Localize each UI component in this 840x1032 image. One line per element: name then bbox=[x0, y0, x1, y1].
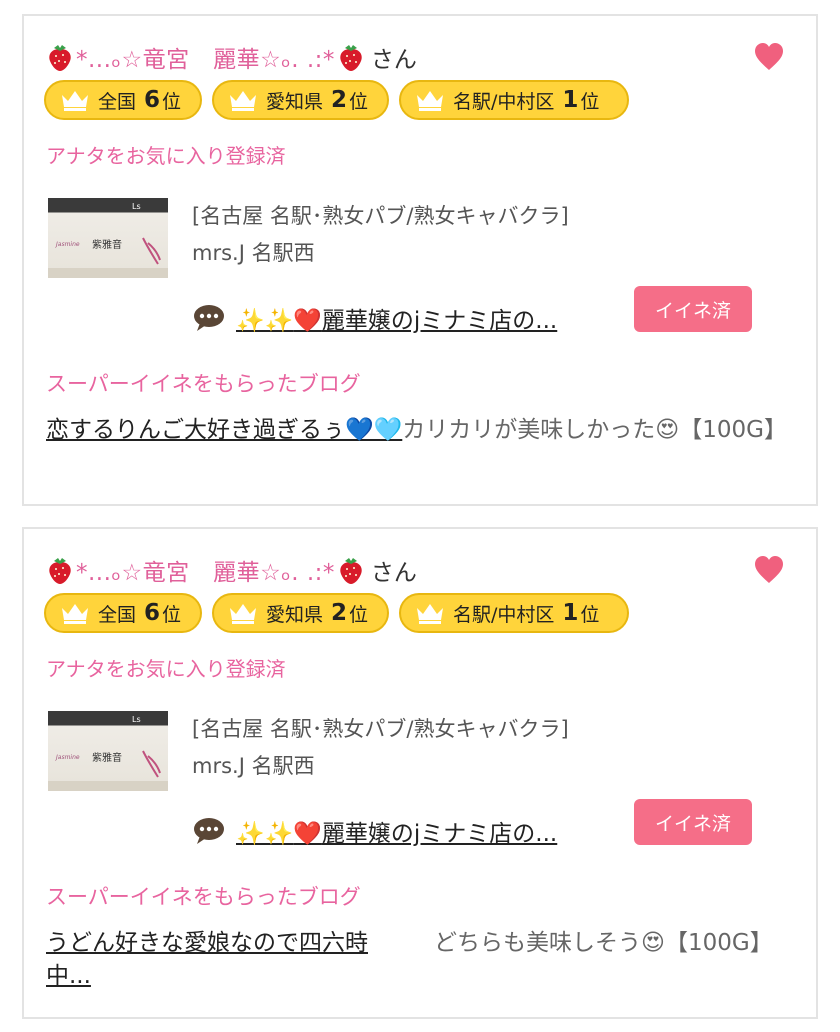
crown-icon bbox=[62, 604, 88, 624]
rank-badges: 全国 6 位 愛知県 2 位 名駅/中村区 1 位 bbox=[44, 593, 629, 633]
post-comment: カリカリが美味しかった😍【100G】 bbox=[402, 417, 787, 443]
sparkle-icon: ✨✨ bbox=[236, 821, 294, 847]
rank-number: 2 bbox=[331, 87, 348, 113]
rank-number: 1 bbox=[562, 87, 579, 113]
crown-icon bbox=[417, 91, 443, 111]
super-iine-heading: スーパーイイネをもらったブログ bbox=[46, 372, 361, 396]
shop-thumbnail[interactable]: Ls Jasmine 紫雅音 bbox=[48, 711, 168, 791]
svg-text:紫雅音: 紫雅音 bbox=[92, 238, 122, 251]
rank-label: 名駅/中村区 bbox=[453, 603, 555, 626]
rank-label: 愛知県 bbox=[266, 603, 324, 626]
rank-label: 愛知県 bbox=[266, 90, 324, 113]
heart-icon[interactable] bbox=[752, 40, 786, 74]
shop-category: [名古屋 名駅･熟女パブ/熟女キャバクラ] bbox=[192, 717, 569, 741]
rank-number: 6 bbox=[144, 87, 161, 113]
rank-number: 1 bbox=[562, 600, 579, 626]
rank-badge-area[interactable]: 名駅/中村区 1 位 bbox=[399, 80, 629, 120]
blog-title: 麗華嬢のjミナミ店の... bbox=[321, 308, 558, 334]
shop-category: [名古屋 名駅･熟女パブ/熟女キャバクラ] bbox=[192, 204, 569, 228]
heart-icon[interactable] bbox=[752, 553, 786, 587]
rank-suffix: 位 bbox=[162, 90, 182, 113]
speech-bubble-icon bbox=[194, 305, 224, 331]
svg-text:Jasmine: Jasmine bbox=[55, 241, 80, 248]
iine-button[interactable]: イイネ済 bbox=[634, 799, 752, 845]
user-name-row[interactable]: *...ₒ☆竜宮 麗華☆ₒ. .:* さん bbox=[46, 40, 417, 74]
crown-icon bbox=[230, 604, 256, 624]
favorite-status: アナタをお気に入り登録済 bbox=[46, 144, 286, 168]
rank-badges: 全国 6 位 愛知県 2 位 名駅/中村区 1 位 bbox=[44, 80, 629, 120]
rank-badge-prefecture[interactable]: 愛知県 2 位 bbox=[212, 80, 389, 120]
post-link[interactable]: うどん好きな愛娘なので四六時中... bbox=[46, 927, 406, 993]
post-link[interactable]: 恋するりんご大好き過ぎるぅ💙🩵 bbox=[46, 417, 402, 443]
favorite-status: アナタをお気に入り登録済 bbox=[46, 657, 286, 681]
strawberry-icon bbox=[340, 45, 362, 71]
rank-number: 2 bbox=[331, 600, 348, 626]
svg-text:Jasmine: Jasmine bbox=[55, 754, 80, 761]
user-name[interactable]: *...ₒ☆竜宮 麗華☆ₒ. .:* bbox=[76, 553, 335, 587]
svg-text:紫雅音: 紫雅音 bbox=[92, 751, 122, 764]
user-card: *...ₒ☆竜宮 麗華☆ₒ. .:* さん 全国 6 位 愛知県 2 位 名駅/中村区 1… bbox=[22, 14, 818, 506]
crown-icon bbox=[230, 91, 256, 111]
user-card: *...ₒ☆竜宮 麗華☆ₒ. .:* さん 全国 6 位 愛知県 2 位 名駅/中村区 1… bbox=[22, 527, 818, 1019]
user-name[interactable]: *...ₒ☆竜宮 麗華☆ₒ. .:* bbox=[76, 40, 335, 74]
honorific: さん bbox=[370, 47, 417, 73]
rank-suffix: 位 bbox=[349, 90, 369, 113]
rank-label: 全国 bbox=[98, 603, 137, 626]
svg-text:Ls: Ls bbox=[132, 715, 141, 724]
rank-suffix: 位 bbox=[349, 603, 369, 626]
rank-label: 名駅/中村区 bbox=[453, 90, 555, 113]
rank-badge-national[interactable]: 全国 6 位 bbox=[44, 80, 202, 120]
honorific: さん bbox=[370, 560, 417, 586]
strawberry-icon bbox=[49, 558, 71, 584]
svg-text:Ls: Ls bbox=[132, 202, 141, 211]
crown-icon bbox=[62, 91, 88, 111]
red-heart-icon: ❤️ bbox=[293, 308, 322, 334]
blog-title-link[interactable]: ✨✨❤️麗華嬢のjミナミ店の... bbox=[236, 301, 557, 335]
shop-thumbnail[interactable]: Ls Jasmine 紫雅音 bbox=[48, 198, 168, 278]
shop-name[interactable]: mrs.J 名駅西 bbox=[192, 750, 315, 780]
strawberry-icon bbox=[49, 45, 71, 71]
shop-name[interactable]: mrs.J 名駅西 bbox=[192, 237, 315, 267]
rank-label: 全国 bbox=[98, 90, 137, 113]
rank-badge-area[interactable]: 名駅/中村区 1 位 bbox=[399, 593, 629, 633]
rank-badge-prefecture[interactable]: 愛知県 2 位 bbox=[212, 593, 389, 633]
crown-icon bbox=[417, 604, 443, 624]
super-iine-post: 恋するりんご大好き過ぎるぅ💙🩵カリカリが美味しかった😍【100G】 bbox=[46, 414, 796, 447]
speech-bubble-icon bbox=[194, 818, 224, 844]
liked-blog-row: ✨✨❤️麗華嬢のjミナミ店の... bbox=[192, 296, 557, 340]
super-iine-heading: スーパーイイネをもらったブログ bbox=[46, 885, 361, 909]
user-name-row[interactable]: *...ₒ☆竜宮 麗華☆ₒ. .:* さん bbox=[46, 553, 417, 587]
strawberry-icon bbox=[340, 558, 362, 584]
rank-badge-national[interactable]: 全国 6 位 bbox=[44, 593, 202, 633]
rank-suffix: 位 bbox=[162, 603, 182, 626]
rank-suffix: 位 bbox=[580, 90, 600, 113]
rank-suffix: 位 bbox=[580, 603, 600, 626]
post-comment: どちらも美味しそう😍【100G】 bbox=[434, 930, 773, 956]
blog-title-link[interactable]: ✨✨❤️麗華嬢のjミナミ店の... bbox=[236, 814, 557, 848]
liked-blog-row: ✨✨❤️麗華嬢のjミナミ店の... bbox=[192, 809, 557, 853]
iine-button[interactable]: イイネ済 bbox=[634, 286, 752, 332]
rank-number: 6 bbox=[144, 600, 161, 626]
blog-title: 麗華嬢のjミナミ店の... bbox=[321, 821, 558, 847]
red-heart-icon: ❤️ bbox=[293, 821, 322, 847]
sparkle-icon: ✨✨ bbox=[236, 308, 294, 334]
